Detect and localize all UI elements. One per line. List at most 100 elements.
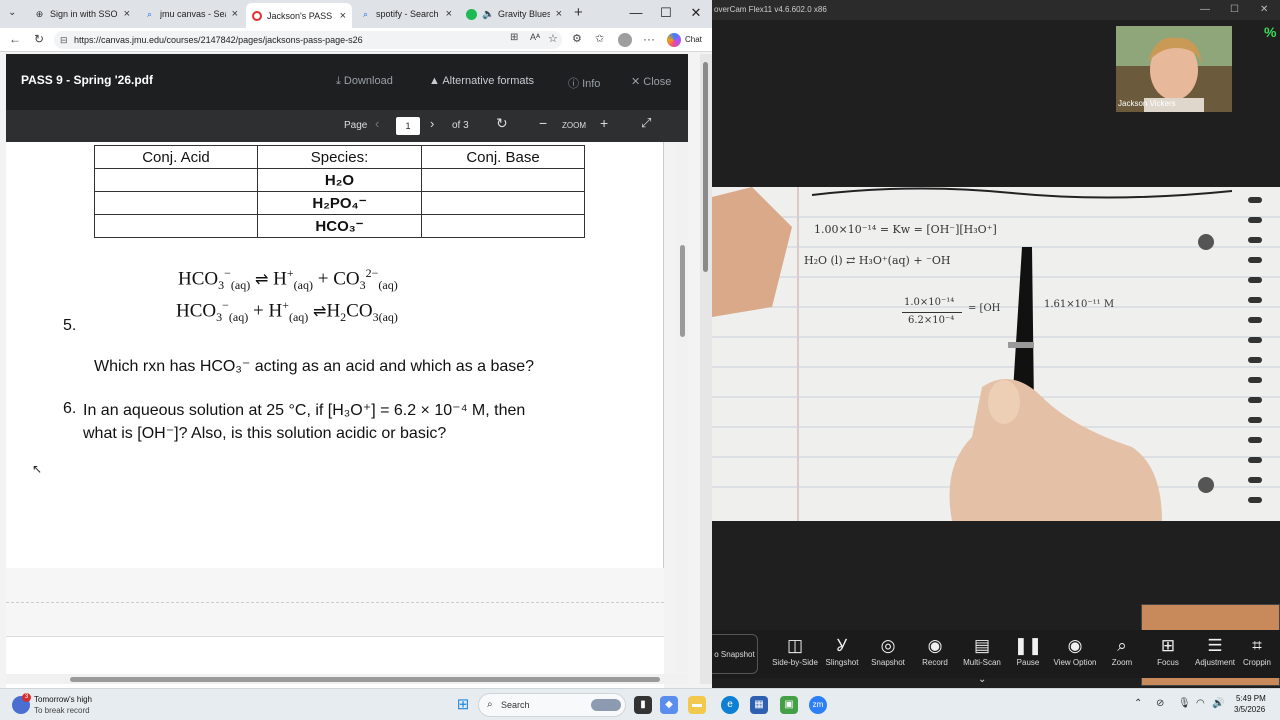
- conjugate-acid-base-table: Conj. Acid Species: Conj. Base H₂O H₂PO₄…: [94, 145, 585, 238]
- page-count: of 3: [452, 120, 469, 131]
- favorite-star-icon[interactable]: ☆: [548, 32, 558, 45]
- close-icon[interactable]: ×: [556, 8, 562, 20]
- tray-chevron-icon[interactable]: ⌃: [1134, 698, 1142, 709]
- note-result: 1.61×10⁻¹¹ M: [1044, 299, 1115, 310]
- camera-toolbar: o Snapshot ◫ Side-by-Side Ỿ Slingshot ◎ Sna…: [712, 630, 1280, 678]
- refresh-icon[interactable]: ↻: [34, 32, 44, 46]
- url-input[interactable]: ⊟ https://canvas.jmu.edu/courses/2147842…: [54, 31, 562, 49]
- maximize-icon[interactable]: ☐: [1230, 4, 1239, 15]
- clock-date[interactable]: 3/5/2026: [1234, 705, 1265, 714]
- question-6-line-2: what is [OH⁻]? Also, is this solution ac…: [83, 425, 447, 442]
- taskbar-search[interactable]: ⌕ Search: [478, 693, 626, 717]
- page-divider: [6, 602, 664, 603]
- zoom-in-icon[interactable]: +: [600, 115, 608, 131]
- task-view-icon[interactable]: ▮: [634, 696, 652, 714]
- canvas-logo-icon: [252, 10, 262, 21]
- alternative-formats-button[interactable]: ▲ Alternative formats: [429, 75, 534, 87]
- site-info-icon[interactable]: ⊟: [60, 31, 68, 49]
- snapshot-button[interactable]: ◎ Snapshot: [861, 634, 915, 667]
- copilot-icon[interactable]: [667, 33, 681, 47]
- note-line-2: H₂O (l) ⇄ H₃O⁺(aq) + ⁻OH: [804, 254, 951, 267]
- question-6-line-1: In an aqueous solution at 25 °C, if [H₃O…: [83, 402, 526, 419]
- close-icon[interactable]: ×: [232, 8, 238, 20]
- minimize-icon[interactable]: —: [1200, 4, 1210, 15]
- favorites-icon[interactable]: ✩: [595, 32, 604, 45]
- more-options-icon[interactable]: ···: [643, 32, 655, 46]
- side-by-side-button[interactable]: ◫ Side-by-Side: [768, 634, 822, 667]
- close-icon[interactable]: ×: [446, 8, 452, 20]
- weather-subtitle: To break record: [34, 706, 90, 715]
- tray-app-icon[interactable]: ⊘: [1156, 698, 1164, 709]
- table-row: H₂PO₄⁻: [94, 191, 585, 215]
- profile-avatar[interactable]: [618, 33, 632, 47]
- tab-gravity-blues[interactable]: 🔈 Gravity Blues - ×: [460, 3, 568, 25]
- fullscreen-icon[interactable]: ⤢: [641, 115, 651, 131]
- table-header: Conj. Base: [421, 145, 585, 169]
- volume-icon[interactable]: 🔊: [1212, 698, 1224, 709]
- note-line-1: 1.00×10⁻¹⁴ = Kw = [OH⁻][H₃O⁺]: [814, 223, 997, 236]
- page-label: Page: [344, 120, 368, 131]
- status-indicator: %: [1264, 24, 1277, 40]
- info-button[interactable]: ⓘ Info: [568, 75, 600, 91]
- zoom-out-icon[interactable]: −: [539, 115, 547, 131]
- close-icon[interactable]: ×: [124, 8, 130, 20]
- tab-list-chevron-icon[interactable]: ⌄: [8, 7, 16, 18]
- tab-jmu-search[interactable]: ⌕ jmu canvas - Search ×: [138, 3, 244, 25]
- store-icon[interactable]: ▦: [750, 696, 768, 714]
- page-number-input[interactable]: 1: [396, 117, 420, 135]
- tab-spotify-search[interactable]: ⌕ spotify - Search ×: [354, 3, 458, 25]
- record-button[interactable]: ◉ Record: [908, 634, 962, 667]
- question-6-number: 6.: [63, 400, 77, 417]
- species-cell: H₂PO₄⁻: [257, 191, 422, 215]
- previous-page-icon[interactable]: ‹: [375, 116, 379, 131]
- focus-button[interactable]: ⊞ Focus: [1141, 634, 1195, 667]
- pdf-vertical-scrollbar[interactable]: [676, 142, 688, 672]
- tab-pass-page[interactable]: Jackson's PASS Page ×: [246, 3, 352, 28]
- back-arrow-icon[interactable]: ←: [9, 32, 21, 46]
- snapshot-tab-button[interactable]: o Snapshot: [712, 634, 758, 674]
- view-option-button[interactable]: ◉ View Option: [1048, 634, 1102, 667]
- pause-button[interactable]: ❚❚ Pause: [1001, 634, 1055, 667]
- edge-browser-icon[interactable]: e: [721, 696, 739, 714]
- close-button[interactable]: ✕ Close: [631, 75, 671, 88]
- next-page-icon[interactable]: ›: [430, 116, 434, 131]
- microphone-icon[interactable]: 🎙: [1178, 698, 1191, 709]
- table-header: Species:: [257, 145, 422, 169]
- pdf-toolbar: Page ‹ 1 › of 3 ↻ − ZOOM + ⤢: [6, 110, 688, 142]
- species-cell: HCO₃⁻: [257, 214, 422, 238]
- new-tab-plus-icon[interactable]: +: [574, 4, 583, 21]
- minimize-icon[interactable]: —: [626, 5, 646, 20]
- browser-window: ⌄ ⊕ Sign in with SSO - 2 × ⌕ jmu canvas …: [0, 0, 712, 688]
- clock-time[interactable]: 5:49 PM: [1236, 694, 1266, 703]
- pdf-page: Conj. Acid Species: Conj. Base H₂O H₂PO₄…: [6, 142, 664, 568]
- download-button[interactable]: ⤓ Download: [336, 75, 393, 88]
- fraction-bar: [902, 312, 962, 313]
- windows-start-icon[interactable]: ⊞: [454, 696, 472, 714]
- file-explorer-icon[interactable]: ▬: [688, 696, 706, 714]
- pdf-scroll-thumb[interactable]: [680, 245, 685, 337]
- extension-icon[interactable]: ⚙: [572, 32, 582, 45]
- info-icon: ⓘ: [568, 78, 583, 90]
- pdf-horizontal-thumb[interactable]: [70, 677, 660, 682]
- page-scroll-thumb[interactable]: [703, 62, 708, 272]
- app-available-icon[interactable]: ⊞: [510, 32, 518, 43]
- app-icon[interactable]: ▣: [780, 696, 798, 714]
- copilot-taskbar-icon[interactable]: ◆: [660, 696, 678, 714]
- zoom-app-icon[interactable]: zm: [809, 696, 827, 714]
- search-highlight-icon: [591, 699, 621, 711]
- chat-button[interactable]: Chat: [685, 35, 702, 44]
- window-close-icon[interactable]: ✕: [686, 5, 706, 21]
- document-camera-window: overCam Flex11 v4.6.602.0 x86 — ☐ ✕ % Ja…: [712, 0, 1280, 688]
- tab-sso[interactable]: ⊕ Sign in with SSO - 2 ×: [28, 3, 136, 25]
- speaker-icon: 🔈: [482, 8, 495, 20]
- cropping-button[interactable]: ⌗ Croppin: [1234, 634, 1280, 667]
- toolbar-collapse-icon[interactable]: ⌄: [978, 674, 986, 685]
- taskbar: 3 Tomorrow's high To break record ⊞ ⌕ Se…: [0, 688, 1280, 720]
- read-aloud-icon[interactable]: Aᴬ: [530, 32, 540, 42]
- window-close-icon[interactable]: ✕: [1260, 4, 1268, 15]
- rotate-icon[interactable]: ↻: [496, 115, 508, 132]
- weather-title[interactable]: Tomorrow's high: [34, 695, 92, 704]
- close-icon[interactable]: ×: [340, 10, 346, 22]
- wifi-icon[interactable]: ◠: [1196, 698, 1205, 709]
- maximize-icon[interactable]: ☐: [656, 5, 676, 21]
